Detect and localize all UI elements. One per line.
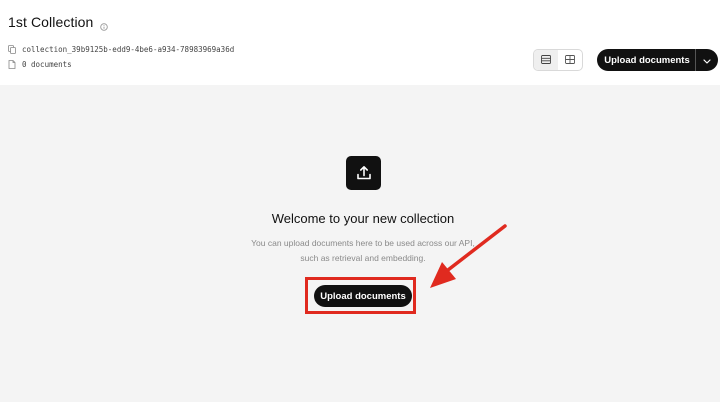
grid-view-button[interactable] — [558, 50, 582, 70]
view-toggle — [533, 49, 583, 71]
list-view-button[interactable] — [534, 50, 558, 70]
collection-id: collection_39b9125b-edd9-4be6-a934-78983… — [22, 45, 235, 54]
page-title: 1st Collection — [8, 14, 94, 30]
upload-documents-split-button: Upload documents — [597, 49, 718, 71]
annotation-highlight-box — [305, 277, 416, 314]
documents-count: 0 documents — [22, 60, 72, 69]
documents-count-row: 0 documents — [8, 60, 72, 69]
document-icon — [8, 60, 16, 69]
grid-view-icon — [565, 51, 575, 69]
empty-state-heading: Welcome to your new collection — [271, 211, 455, 226]
chevron-down-icon — [703, 51, 711, 69]
copy-icon[interactable] — [8, 45, 16, 54]
title-row: 1st Collection — [8, 14, 109, 31]
collection-id-row: collection_39b9125b-edd9-4be6-a934-78983… — [8, 45, 234, 54]
list-view-icon — [541, 51, 551, 69]
upload-icon — [346, 156, 381, 190]
info-icon[interactable] — [100, 18, 109, 31]
upload-options-dropdown[interactable] — [696, 51, 718, 69]
empty-state-description: You can upload documents here to be used… — [251, 238, 475, 263]
upload-documents-button[interactable]: Upload documents — [597, 55, 695, 66]
collection-header: 1st Collection collection_39b9125b-edd9-… — [0, 0, 720, 85]
